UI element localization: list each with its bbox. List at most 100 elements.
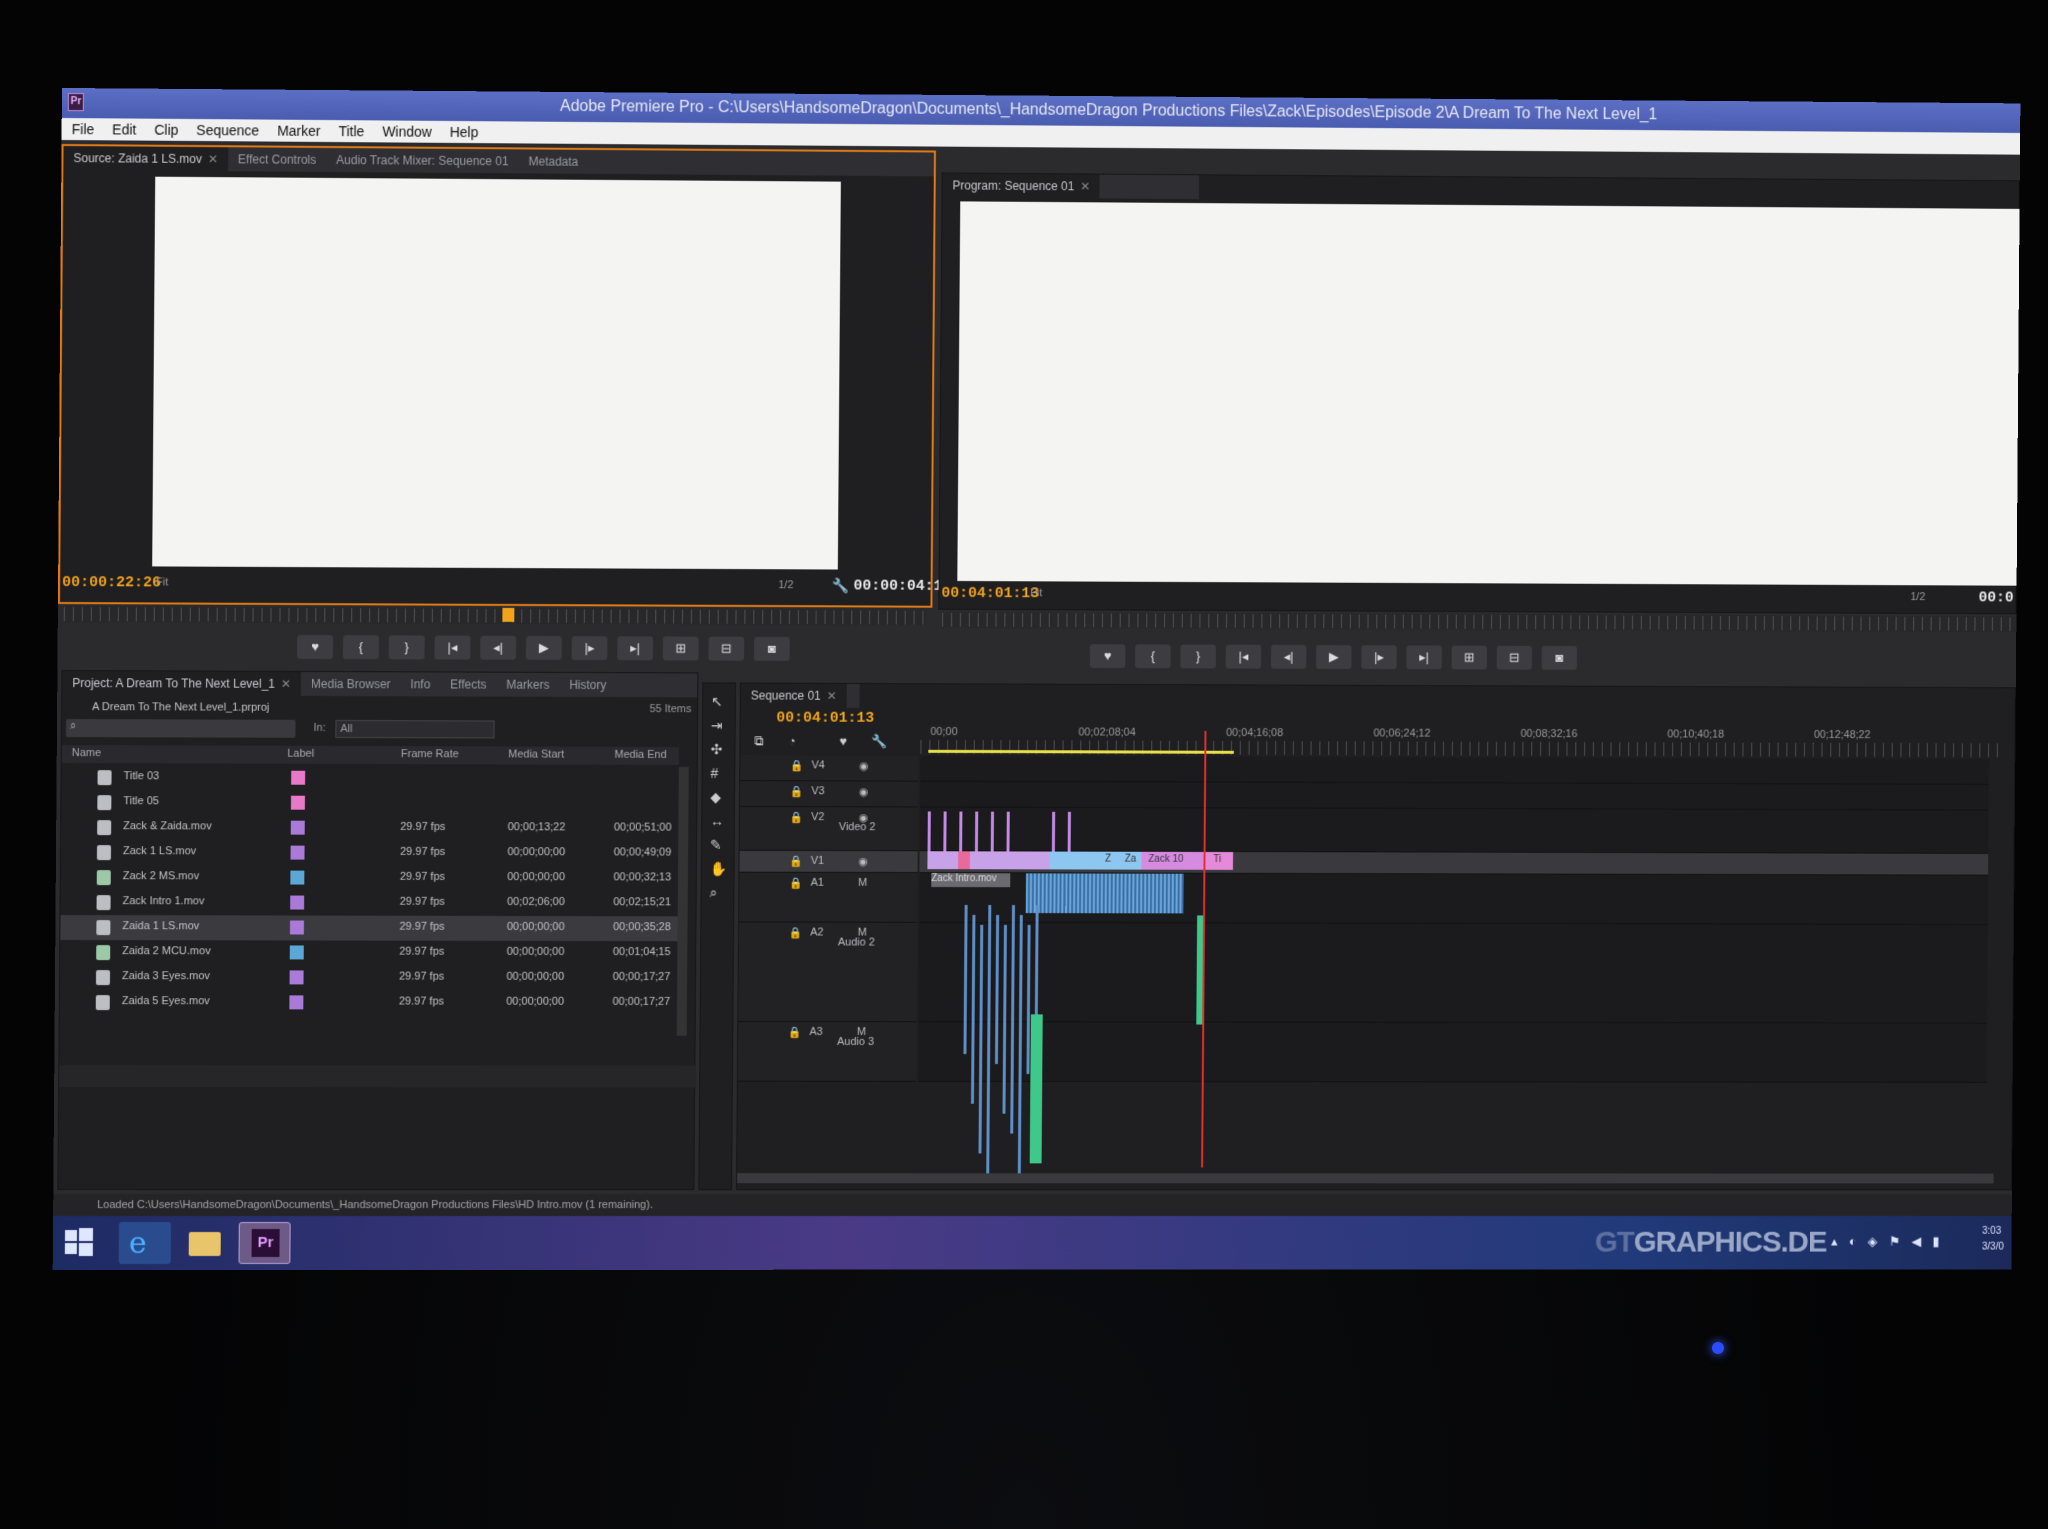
lock-icon[interactable]: 🔒 (788, 926, 802, 939)
tab-history[interactable]: History (559, 673, 616, 697)
add-marker-icon[interactable]: ♥ (297, 634, 334, 660)
source-current-timecode[interactable]: 00:00:22:26 (62, 574, 161, 591)
project-item-row[interactable]: Title 03 (61, 765, 678, 792)
lock-icon[interactable]: 🔒 (790, 759, 804, 772)
premiere-taskbar-icon[interactable]: Pr (238, 1222, 291, 1264)
col-frame-rate[interactable]: Frame Rate (401, 748, 459, 760)
track-header-v4[interactable]: 🔒 V4 ◉ (740, 755, 919, 782)
internet-explorer-icon[interactable]: e (118, 1222, 171, 1265)
project-item-row[interactable]: Title 05 (61, 790, 678, 817)
lock-icon[interactable]: 🔒 (790, 785, 804, 798)
overwrite-icon[interactable]: ⊟ (708, 636, 745, 661)
track-header-a2[interactable]: 🔒 A2 Audio 2M (738, 922, 918, 1023)
mute-icon[interactable]: M (858, 877, 867, 889)
step-forward-icon[interactable]: |▸ (1361, 645, 1397, 670)
menu-title[interactable]: Title (329, 120, 373, 142)
search-input[interactable]: ⌕ (65, 719, 296, 738)
tab-sequence-01[interactable]: Sequence 01 ✕ (740, 683, 847, 708)
tab-markers[interactable]: Markers (496, 673, 559, 697)
track-header-v2[interactable]: 🔒 V2 Video 2 ◉ (739, 806, 919, 852)
wrench-icon[interactable]: 🔧 (832, 577, 849, 594)
track-header-v3[interactable]: 🔒 V3 ◉ (739, 781, 919, 808)
audio-1-clip[interactable] (1025, 873, 1184, 914)
col-name[interactable]: Name (72, 747, 101, 759)
tab-effects[interactable]: Effects (440, 672, 496, 696)
play-icon[interactable]: ▶ (1316, 645, 1352, 669)
go-to-in-icon[interactable]: |◂ (434, 635, 471, 660)
step-back-icon[interactable]: ◂| (1270, 644, 1307, 669)
project-item-row[interactable]: Zack Intro 1.mov 29.97 fps 00;02;06;00 00;0… (61, 890, 678, 916)
menu-help[interactable]: Help (441, 121, 488, 143)
export-frame-icon[interactable]: ◙ (753, 636, 790, 661)
mute-icon[interactable]: M (857, 1026, 866, 1038)
tab-media-browser[interactable]: Media Browser (301, 672, 401, 696)
source-scrub-bar[interactable] (63, 606, 927, 626)
go-to-out-icon[interactable]: ▸| (1406, 645, 1442, 670)
col-media-end[interactable]: Media End (614, 749, 666, 761)
tab-audio-track-mixer[interactable]: Audio Track Mixer: Sequence 01 (326, 148, 519, 173)
hand-tool-icon[interactable]: ✋ (710, 861, 727, 878)
project-item-row[interactable]: Zaida 5 Eyes.mov 29.97 fps 00;00;00;00 00;0… (60, 990, 677, 1016)
close-icon[interactable]: ✕ (1080, 179, 1090, 193)
track-lane[interactable] (918, 922, 1988, 1024)
tab-metadata[interactable]: Metadata (519, 149, 589, 173)
snap-icon[interactable]: ⧉ (754, 733, 763, 749)
menu-marker[interactable]: Marker (268, 120, 330, 142)
lock-icon[interactable]: 🔒 (789, 811, 803, 824)
go-to-out-icon[interactable]: ▸| (617, 636, 654, 661)
add-marker-icon[interactable]: ♥ (839, 734, 847, 749)
tab-project[interactable]: Project: A Dream To The Next Level_1 ✕ (62, 671, 302, 696)
track-lane[interactable] (920, 755, 1990, 785)
source-fit-dropdown[interactable]: Fit (156, 576, 168, 588)
source-playhead-icon[interactable] (502, 607, 515, 622)
settings-wrench-icon[interactable]: 🔧 (871, 734, 887, 750)
project-item-row[interactable]: Zaida 1 LS.mov 29.97 fps 00;00;00;00 00;00;… (60, 915, 678, 942)
clock[interactable]: 3:03 3/3/0 (1982, 1224, 2004, 1256)
mute-icon[interactable]: M (858, 927, 867, 939)
in-filter-dropdown[interactable]: All (335, 719, 495, 739)
track-lane[interactable] (917, 1022, 1987, 1083)
video-1-clips[interactable]: Z Za Zack 10 Ti (927, 851, 1234, 870)
system-tray-icons[interactable]: ▴ ◐ ◈ ⚑ ◀ ▮ (1831, 1234, 1943, 1250)
close-icon[interactable]: ✕ (208, 152, 218, 166)
start-windows-icon[interactable] (59, 1222, 111, 1264)
toggle-output-icon[interactable]: ◉ (859, 811, 869, 824)
menu-edit[interactable]: Edit (103, 118, 145, 140)
slip-tool-icon[interactable]: ↔ (710, 813, 724, 829)
menu-file[interactable]: File (62, 118, 104, 140)
track-select-tool-icon[interactable]: ⇥ (711, 717, 723, 734)
mark-in-icon[interactable]: { (342, 635, 379, 660)
track-lane[interactable] (919, 807, 1989, 854)
track-header-a1[interactable]: 🔒 A1 M (739, 872, 918, 923)
track-header-v1[interactable]: 🔒 V1 ◉ (739, 850, 918, 874)
menu-window[interactable]: Window (373, 120, 441, 142)
mark-out-icon[interactable]: } (1180, 644, 1216, 669)
rolling-edit-tool-icon[interactable]: # (710, 765, 718, 781)
lift-icon[interactable]: ⊞ (1451, 645, 1487, 670)
col-media-start[interactable]: Media Start (508, 748, 564, 760)
mark-out-icon[interactable]: } (388, 635, 425, 660)
project-scrollbar[interactable] (676, 766, 689, 1036)
track-lane[interactable] (919, 781, 1989, 811)
timeline-ruler[interactable]: 00;00 00;02;08;04 00;04;16;08 00;06;24;12 00… (920, 726, 1999, 758)
insert-icon[interactable]: ⊞ (662, 636, 699, 661)
selection-tool-icon[interactable]: ↖ (711, 693, 723, 710)
program-fit-dropdown[interactable]: Fit (1030, 587, 1042, 599)
razor-tool-icon[interactable]: ◆ (710, 789, 721, 806)
project-item-row[interactable]: Zack 1 LS.mov 29.97 fps 00;00;00;00 00;00;4… (61, 840, 678, 867)
add-marker-icon[interactable]: ♥ (1089, 644, 1126, 669)
mark-in-icon[interactable]: { (1135, 644, 1171, 669)
tab-source[interactable]: Source: Zaida 1 LS.mov ✕ (63, 146, 229, 172)
tab-effect-controls[interactable]: Effect Controls (228, 147, 326, 172)
col-label[interactable]: Label (287, 748, 314, 760)
timeline-scrollbar[interactable] (737, 1173, 1994, 1184)
toggle-output-icon[interactable]: ◉ (859, 785, 869, 798)
play-icon[interactable]: ▶ (525, 635, 562, 660)
close-icon[interactable]: ✕ (827, 689, 837, 703)
extract-icon[interactable]: ⊟ (1496, 645, 1533, 670)
step-forward-icon[interactable]: |▸ (571, 636, 608, 661)
lock-icon[interactable]: 🔒 (789, 877, 803, 890)
menu-sequence[interactable]: Sequence (187, 119, 268, 142)
lock-icon[interactable]: 🔒 (788, 1026, 802, 1039)
toggle-output-icon[interactable]: ◉ (859, 760, 869, 773)
